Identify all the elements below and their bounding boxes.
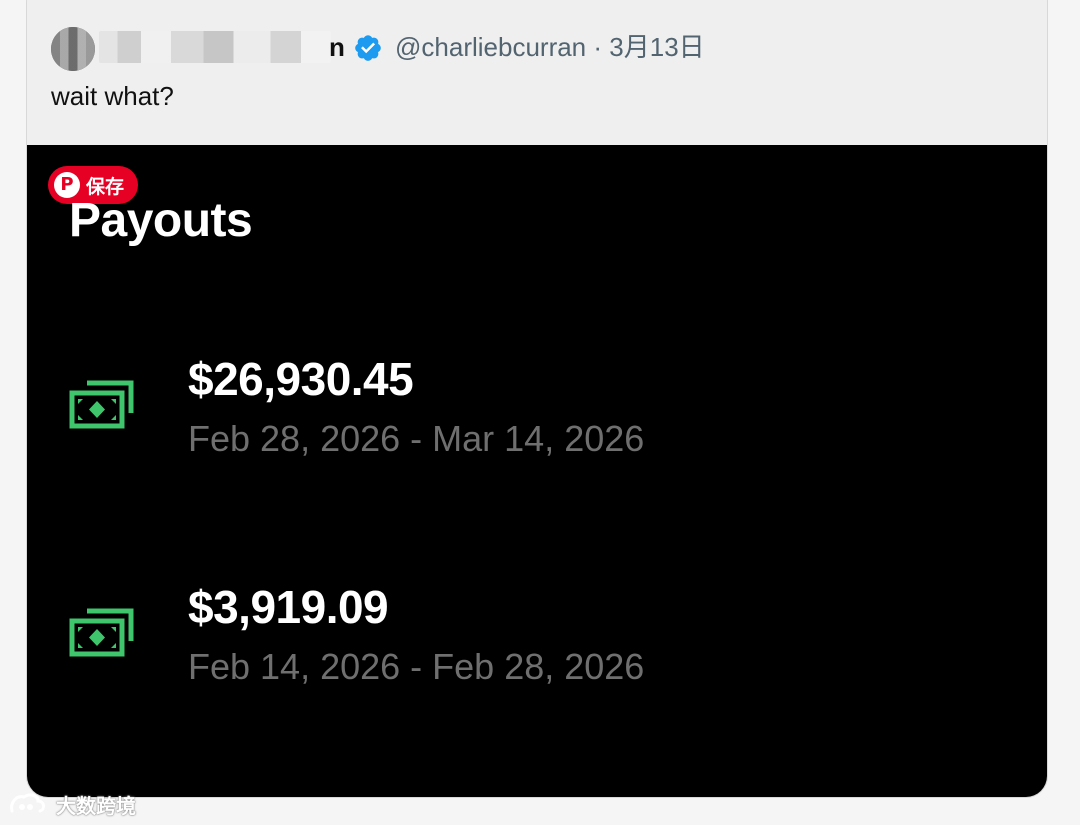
tweet-handle[interactable]: @charliebcurran bbox=[395, 32, 586, 62]
display-name-tail[interactable]: n bbox=[329, 31, 345, 63]
watermark-logo-icon bbox=[10, 793, 46, 813]
tweet-header: n @charliebcurran · 3月13日 bbox=[51, 27, 1031, 71]
avatar-redacted bbox=[51, 27, 95, 71]
tweet-card[interactable]: n @charliebcurran · 3月13日 wait what? P 保… bbox=[26, 0, 1048, 798]
payouts-title: Payouts bbox=[69, 194, 253, 247]
tweet-handle-and-date[interactable]: @charliebcurran · 3月13日 bbox=[395, 31, 705, 63]
tweet-date[interactable]: 3月13日 bbox=[609, 32, 704, 62]
cash-icon bbox=[69, 380, 134, 429]
payout-period: Feb 28, 2026 - Mar 14, 2026 bbox=[188, 418, 645, 459]
tweet-separator: · bbox=[593, 32, 603, 62]
payout-amount: $26,930.45 bbox=[188, 353, 414, 405]
payout-item: $3,919.09 Feb 14, 2026 - Feb 28, 2026 bbox=[27, 579, 1047, 689]
verified-badge-icon bbox=[355, 35, 381, 61]
payout-item: $26,930.45 Feb 28, 2026 - Mar 14, 2026 bbox=[27, 351, 1047, 461]
tweet-text: wait what? bbox=[51, 81, 174, 111]
avatar[interactable] bbox=[51, 27, 95, 71]
tweet-media-image[interactable]: P 保存 Payouts $26,930.45 Feb 28, 2026 - M… bbox=[27, 145, 1047, 797]
watermark-text: 大数跨境 bbox=[56, 793, 136, 818]
display-name-redacted[interactable] bbox=[99, 31, 331, 63]
watermark: 大数跨境 bbox=[8, 788, 136, 820]
payout-period: Feb 14, 2026 - Feb 28, 2026 bbox=[188, 646, 645, 687]
cash-icon bbox=[69, 608, 134, 657]
payout-amount: $3,919.09 bbox=[188, 581, 389, 633]
